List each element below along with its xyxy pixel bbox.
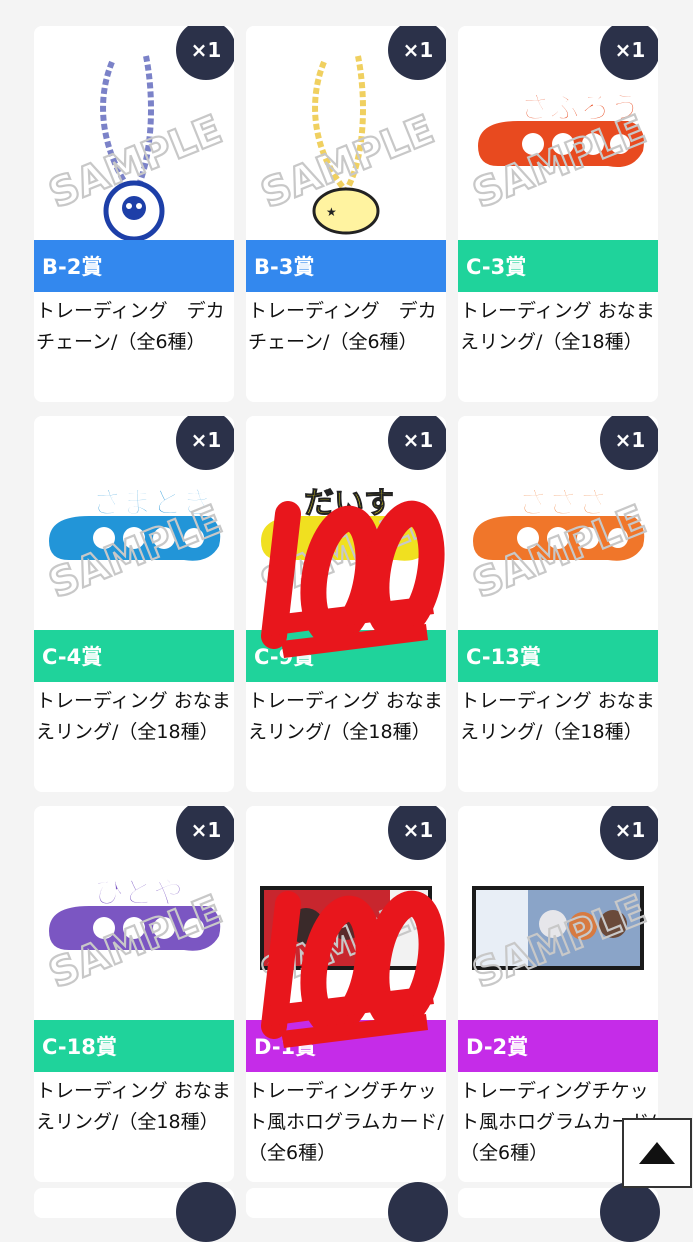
quantity-badge: ×1: [176, 806, 234, 860]
hundred-points-emoji: [261, 500, 445, 658]
prize-card-b3[interactable]: ★ SAMPLE ×1 B-3賞 トレーディング デカチェーン/（全6種）: [246, 26, 446, 402]
quantity-badge: ×1: [388, 806, 446, 860]
item-name: トレーディング デカチェーン/（全6種）: [248, 300, 437, 353]
prize-label: B-3賞: [246, 240, 446, 292]
next-card-peek: [246, 1182, 448, 1242]
quantity-badge: ×1: [176, 26, 234, 80]
prize-label: D-2賞: [458, 1020, 658, 1072]
item-name: トレーディング おなまえリング/（全18種）: [460, 300, 655, 353]
prize-label: C-18賞: [34, 1020, 234, 1072]
prize-label: C-4賞: [34, 630, 234, 682]
item-name: トレーディング おなまえリング/（全18種）: [36, 1080, 231, 1133]
prize-label: B-2賞: [34, 240, 234, 292]
item-name: トレーディング おなまえリング/（全18種）: [460, 690, 655, 743]
prize-card-b2[interactable]: SAMPLE ×1 B-2賞 トレーディング デカチェーン/（全6種）: [34, 26, 234, 402]
scroll-to-top-button[interactable]: [622, 1118, 692, 1188]
prize-card-c3[interactable]: さぶろう SAMPLE ×1 C-3賞 トレーディング おなまえリング/（全18…: [458, 26, 658, 402]
item-name: トレーディング おなまえリング/（全18種）: [36, 690, 231, 743]
prize-card-c9[interactable]: だいす SAMPLE ×1 C-9賞 トレーディング おなまえリング/（全18種…: [246, 416, 446, 792]
prize-card-c4[interactable]: さまとき SAMPLE ×1 C-4賞 トレーディング おなまえリング/（全18…: [34, 416, 234, 792]
prize-label: C-3賞: [458, 240, 658, 292]
svg-text:★: ★: [326, 205, 337, 219]
up-triangle-icon: [639, 1142, 675, 1164]
prize-label: C-13賞: [458, 630, 658, 682]
quantity-badge: ×1: [388, 416, 446, 470]
quantity-badge: ×1: [600, 806, 658, 860]
next-card-peek: [458, 1182, 660, 1242]
quantity-badge: ×1: [600, 416, 658, 470]
prize-grid: SAMPLE ×1 B-2賞 トレーディング デカチェーン/（全6種） ★ SA…: [34, 26, 658, 1182]
item-name: トレーディング デカチェーン/（全6種）: [36, 300, 225, 353]
item-name: トレーディング おなまえリング/（全18種）: [248, 690, 443, 743]
prize-card-d1[interactable]: SAMPLE ×1 D-1賞 トレーディングチケット風ホログラムカード/（全6種…: [246, 806, 446, 1182]
quantity-badge: ×1: [600, 26, 658, 80]
quantity-badge: ×1: [388, 26, 446, 80]
next-card-peek: [34, 1182, 236, 1242]
prize-card-c13[interactable]: さささ SAMPLE ×1 C-13賞 トレーディング おなまえリング/（全18…: [458, 416, 658, 792]
hundred-points-emoji: [261, 890, 445, 1048]
item-name: トレーディングチケット風ホログラムカード/（全6種）: [248, 1080, 444, 1164]
quantity-badge: ×1: [176, 416, 234, 470]
prize-card-c18[interactable]: ひとや SAMPLE ×1 C-18賞 トレーディング おなまえリング/（全18…: [34, 806, 234, 1182]
